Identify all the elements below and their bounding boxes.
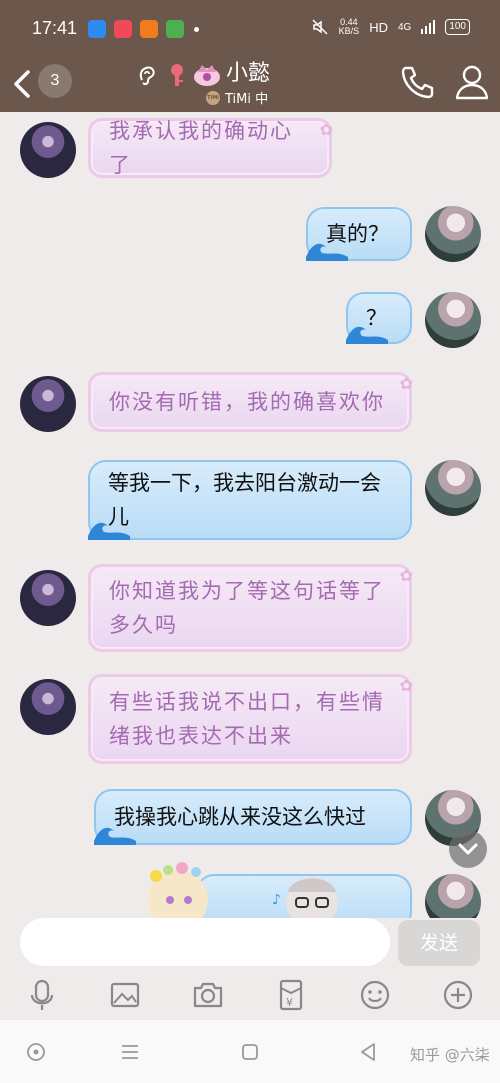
assistant-icon[interactable] xyxy=(24,1040,48,1064)
unread-count-badge[interactable]: 3 xyxy=(38,64,72,98)
profile-icon[interactable] xyxy=(452,62,492,102)
chat-header: 3 小懿 TiMi TiMi 中 xyxy=(0,60,500,112)
status-time: 17:41 xyxy=(32,18,78,38)
notification-shop-icon xyxy=(140,20,158,38)
message-text: 你知道我为了等这句话等了多久吗 xyxy=(109,579,385,637)
back-button[interactable] xyxy=(8,66,36,102)
notification-video-icon xyxy=(114,20,132,38)
ear-icon xyxy=(139,66,155,86)
back-nav-icon[interactable] xyxy=(356,1040,380,1064)
system-navigation-bar: 知乎 @六柒 xyxy=(0,1020,500,1083)
sparkle-icon: ✿ xyxy=(399,374,415,393)
contact-name: 小懿 xyxy=(226,61,271,86)
signal-indicator: 4G xyxy=(397,21,412,33)
message-text: 我操我心跳从来没这么快过 xyxy=(114,805,366,829)
message-bubble-received[interactable]: 你没有听错，我的确喜欢你 ✿ xyxy=(88,372,413,432)
contact-status: TiMi TiMi 中 xyxy=(206,88,268,107)
status-app-icons xyxy=(88,20,199,38)
image-icon[interactable] xyxy=(108,978,142,1012)
my-avatar[interactable] xyxy=(425,460,481,516)
chat-title[interactable]: 小懿 TiMi TiMi 中 xyxy=(130,60,290,112)
menu-icon[interactable] xyxy=(118,1040,142,1064)
signal-bars-icon xyxy=(421,20,436,34)
notification-money-icon xyxy=(166,20,184,38)
message-bubble-sent[interactable]: 我操我心跳从来没这么快过 xyxy=(94,789,412,845)
sparkle-icon: ✿ xyxy=(399,566,415,585)
message-input[interactable] xyxy=(20,918,390,966)
svg-text:¥: ¥ xyxy=(286,996,293,1009)
wave-icon xyxy=(88,522,130,540)
chat-toolbar: ¥ xyxy=(0,968,500,1020)
watermark: 知乎 @六柒 xyxy=(410,1046,490,1064)
chevron-down-icon xyxy=(458,843,478,855)
more-notifications-dot xyxy=(194,26,199,32)
message-bubble-received[interactable]: 我承认我的确动心了 ✿ xyxy=(88,118,333,178)
message-text: 有些话我说不出口，有些情绪我也表达不出来 xyxy=(109,690,385,748)
message-text: 你没有听错，我的确喜欢你 xyxy=(109,390,385,414)
message-bubble-received[interactable]: 有些话我说不出口，有些情绪我也表达不出来 ✿ xyxy=(88,674,413,764)
status-bar: 17:41 0.44 KB/S HD 4G 100 xyxy=(0,0,500,60)
timi-game-icon: TiMi xyxy=(206,90,220,105)
hd-indicator: HD xyxy=(369,19,388,35)
svg-text:♪: ♪ xyxy=(272,892,281,908)
flower-girl-sticker[interactable] xyxy=(126,840,230,918)
emoji-icon[interactable] xyxy=(358,978,392,1012)
red-packet-icon[interactable]: ¥ xyxy=(274,978,308,1012)
contact-avatar[interactable] xyxy=(20,679,76,735)
message-bubble-received[interactable]: 你知道我为了等这句话等了多久吗 ✿ xyxy=(88,564,413,652)
medal-icon xyxy=(171,64,183,86)
microphone-icon[interactable] xyxy=(25,978,59,1012)
message-bubble-sent[interactable]: 等我一下，我去阳台激动一会儿 xyxy=(88,460,412,540)
message-list[interactable]: 我承认我的确动心了 ✿ 真的？ ？ 你没有听错，我的确喜欢你 ✿ 等我一下，我去… xyxy=(0,112,500,918)
camera-icon[interactable] xyxy=(191,978,225,1012)
net-speed-unit: KB/S xyxy=(338,26,360,36)
game-status-text: TiMi 中 xyxy=(225,92,269,107)
contact-avatar[interactable] xyxy=(20,122,76,178)
wave-icon xyxy=(306,243,348,261)
plus-icon[interactable] xyxy=(441,978,475,1012)
notification-app-icon xyxy=(88,20,106,38)
phone-icon[interactable] xyxy=(398,62,438,102)
send-button[interactable]: 发送 xyxy=(398,920,480,966)
message-bubble-sent[interactable]: ？ xyxy=(346,292,412,344)
sparkle-icon: ✿ xyxy=(319,120,335,139)
wave-icon xyxy=(346,326,388,344)
net-speed: 0.44 KB/S xyxy=(339,18,360,36)
my-avatar[interactable] xyxy=(425,292,481,348)
message-bubble-sent[interactable]: 真的？ xyxy=(306,207,412,261)
my-avatar[interactable] xyxy=(425,874,481,918)
home-icon[interactable] xyxy=(238,1040,262,1064)
message-text: 我承认我的确动心了 xyxy=(109,119,293,177)
message-text: 等我一下，我去阳台激动一会儿 xyxy=(108,471,381,529)
contact-avatar[interactable] xyxy=(20,570,76,626)
sparkle-icon: ✿ xyxy=(399,676,415,695)
input-area: 发送 xyxy=(0,918,500,968)
contact-avatar[interactable] xyxy=(20,376,76,432)
battery-indicator: 100 xyxy=(445,19,470,35)
scroll-to-bottom-button[interactable] xyxy=(449,830,487,868)
crown-icon xyxy=(194,65,220,86)
status-indicators: 0.44 KB/S HD 4G 100 xyxy=(311,18,470,36)
glasses-boy-sticker[interactable]: ♪ xyxy=(270,862,350,918)
mute-icon xyxy=(312,19,328,35)
my-avatar[interactable] xyxy=(425,206,481,262)
